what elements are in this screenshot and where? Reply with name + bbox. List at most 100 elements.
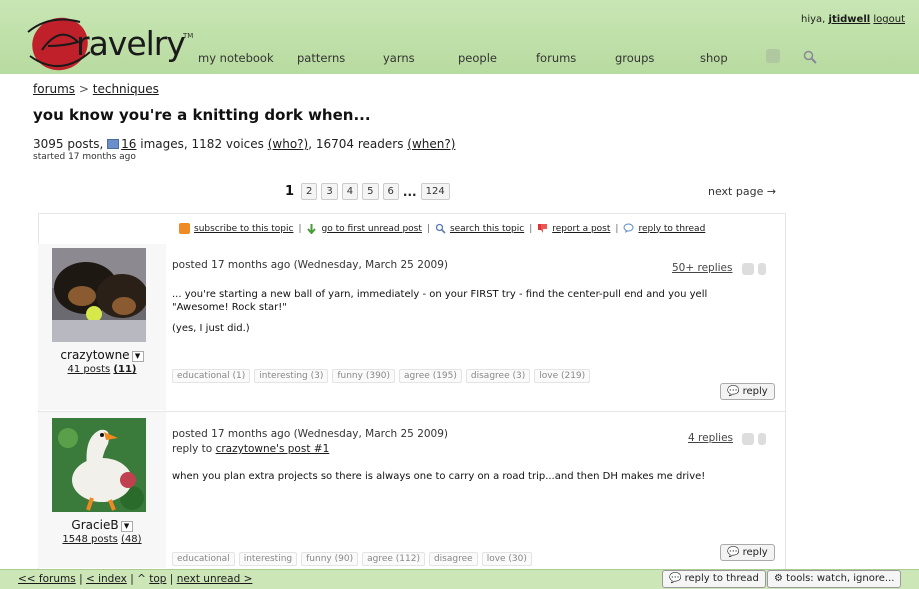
topic-stats: 3095 posts, 16 images, 1182 voices (who?… — [33, 137, 455, 151]
nav-patterns[interactable]: patterns — [297, 51, 345, 65]
post-reactions: educational (1) interesting (3) funny (3… — [172, 369, 591, 383]
nav-shop[interactable]: shop — [700, 51, 728, 65]
reaction-agree[interactable]: agree (195) — [399, 369, 462, 383]
reaction-educational[interactable]: educational (1) — [172, 369, 251, 383]
heart-icon[interactable] — [742, 263, 754, 275]
when-link[interactable]: (when?) — [407, 137, 455, 151]
page-link[interactable]: 6 — [382, 183, 399, 200]
reply-label: reply — [742, 547, 768, 558]
reaction-interesting[interactable]: interesting (3) — [254, 369, 329, 383]
down-arrow-icon — [306, 223, 317, 235]
author-stats: 1548 posts (48) — [38, 534, 166, 545]
post-body: when you plan extra projects so there is… — [172, 471, 706, 482]
nav-forums[interactable]: forums — [536, 51, 576, 65]
speech-bubble-icon — [623, 223, 634, 234]
reaction-love[interactable]: love (30) — [481, 552, 532, 566]
page-ellipsis: ... — [402, 184, 417, 199]
page-link[interactable]: 5 — [362, 183, 379, 200]
author-name: GracieB ▼ — [38, 518, 166, 532]
heart-icon[interactable] — [742, 433, 754, 445]
reply-to-prefix: reply to — [172, 443, 213, 455]
rating-icon — [758, 263, 766, 275]
ravelry-logo[interactable]: ravelry TM — [20, 12, 194, 72]
reaction-funny[interactable]: funny (90) — [301, 552, 359, 566]
footer-separator: | — [79, 573, 83, 585]
sticky-footer: << forums | < index | ^ top | next unrea… — [0, 569, 919, 589]
reply-to-link[interactable]: crazytowne's post #1 — [216, 443, 330, 455]
toolbar-separator: | — [298, 223, 302, 234]
author-posts-link[interactable]: 41 posts — [68, 364, 111, 375]
who-link[interactable]: (who?) — [268, 137, 309, 151]
reply-thread-link[interactable]: reply to thread — [638, 224, 705, 234]
thumbs-down-icon — [537, 223, 548, 234]
reaction-interesting[interactable]: interesting — [238, 552, 298, 566]
replies-link[interactable]: 4 replies — [688, 432, 733, 444]
images-icon — [107, 139, 120, 149]
reaction-disagree[interactable]: disagree (3) — [465, 369, 531, 383]
footer-reply-label: reply to thread — [684, 573, 759, 584]
post-timestamp: posted 17 months ago (Wednesday, March 2… — [172, 259, 449, 271]
search-icon — [435, 223, 446, 234]
author-count-link[interactable]: (48) — [121, 534, 142, 545]
user-dropdown-icon[interactable]: ▼ — [131, 351, 144, 362]
images-count-link[interactable]: 16 — [121, 137, 136, 151]
readers-count: , 16704 readers — [308, 137, 404, 151]
reply-to-line: reply to crazytowne's post #1 — [172, 443, 329, 455]
footer-top-link[interactable]: top — [149, 573, 166, 585]
subscribe-link[interactable]: subscribe to this topic — [194, 224, 293, 234]
nav-yarns[interactable]: yarns — [383, 51, 415, 65]
footer-tools-button[interactable]: ⚙ tools: watch, ignore... — [767, 570, 902, 588]
post: crazytowne ▼ 41 posts (11) posted 17 mont… — [38, 244, 786, 410]
search-topic-link[interactable]: search this topic — [450, 224, 524, 234]
page-link[interactable]: 4 — [341, 183, 359, 200]
reaction-educational[interactable]: educational — [172, 552, 235, 566]
topic-title: you know you're a knitting dork when... — [33, 106, 371, 124]
username-label[interactable]: GracieB — [71, 518, 118, 532]
reaction-disagree[interactable]: disagree — [428, 552, 478, 566]
footer-separator: | — [169, 573, 174, 585]
breadcrumb-separator: > — [78, 82, 89, 96]
rss-icon — [179, 223, 190, 234]
reply-button[interactable]: 💬 reply — [720, 544, 775, 561]
footer-index-link[interactable]: < index — [86, 573, 127, 585]
avatar[interactable] — [52, 418, 146, 512]
nav-my-notebook[interactable]: my notebook — [198, 51, 274, 65]
replies-link[interactable]: 50+ replies — [672, 262, 732, 274]
logout-link[interactable]: logout — [873, 14, 905, 25]
logo-trademark: TM — [183, 32, 194, 40]
reaction-funny[interactable]: funny (390) — [332, 369, 396, 383]
post-body: ... you're starting a new ball of yarn, … — [172, 289, 708, 313]
post-reactions: educational interesting funny (90) agree… — [172, 552, 532, 566]
breadcrumb: forums > techniques — [33, 82, 159, 96]
footer-reply-thread-button[interactable]: 💬 reply to thread — [662, 570, 766, 588]
nav-groups[interactable]: groups — [615, 51, 654, 65]
next-page-link[interactable]: next page → — [708, 185, 776, 198]
search-icon[interactable] — [803, 49, 817, 64]
inbox-icon[interactable] — [766, 49, 780, 63]
footer-next-unread-link[interactable]: next unread > — [177, 573, 253, 585]
reaction-love[interactable]: love (219) — [534, 369, 591, 383]
breadcrumb-forums[interactable]: forums — [33, 82, 75, 96]
author-posts-link[interactable]: 1548 posts — [62, 534, 117, 545]
breadcrumb-techniques[interactable]: techniques — [93, 82, 159, 96]
footer-forums-link[interactable]: << forums — [18, 573, 76, 585]
username-link[interactable]: jtidwell — [829, 14, 871, 25]
nav-people[interactable]: people — [458, 51, 497, 65]
author-count-link[interactable]: (11) — [113, 364, 136, 375]
toolbar-separator: | — [615, 223, 619, 234]
page-link[interactable]: 2 — [301, 183, 318, 200]
page-link-last[interactable]: 124 — [420, 183, 450, 200]
user-dropdown-icon[interactable]: ▼ — [120, 521, 133, 532]
topic-started: started 17 months ago — [33, 152, 136, 162]
first-unread-link[interactable]: go to first unread post — [321, 224, 421, 234]
report-post-link[interactable]: report a post — [552, 224, 610, 234]
post-body-line: (yes, I just did.) — [172, 323, 250, 334]
avatar[interactable] — [52, 248, 146, 342]
reply-button[interactable]: 💬 reply — [720, 383, 775, 400]
username-label[interactable]: crazytowne — [60, 348, 129, 362]
gear-icon: ⚙ — [774, 573, 783, 584]
topic-toolbar: subscribe to this topic | go to first un… — [179, 223, 705, 235]
images-voices-label: images, 1182 voices — [140, 137, 264, 151]
reaction-agree[interactable]: agree (112) — [362, 552, 425, 566]
page-link[interactable]: 3 — [321, 183, 338, 200]
